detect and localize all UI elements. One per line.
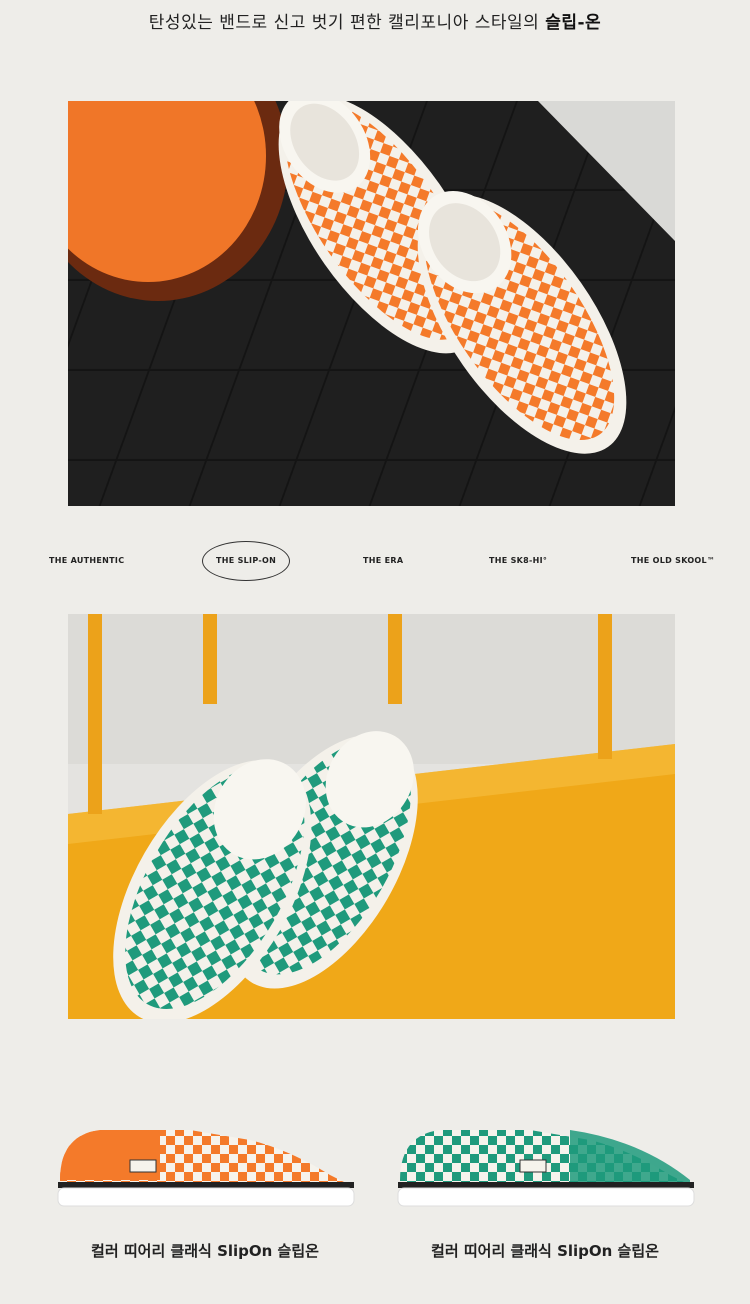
nav-item-authentic[interactable]: THE AUTHENTIC (49, 536, 124, 586)
product-name[interactable]: 컬러 띠어리 클래식 SlipOn 슬립온 (380, 1240, 710, 1261)
nav-item-slip-on[interactable]: THE SLIP-ON (201, 536, 291, 586)
teal-slipon-photo-illustration (68, 614, 675, 1019)
tagline: 탄성있는 밴드로 신고 벗기 편한 캘리포니아 스타일의 슬립-온 (0, 8, 750, 33)
model-nav: THE AUTHENTIC THE SLIP-ON THE ERA THE SK… (0, 536, 750, 586)
tagline-bold: 슬립-온 (545, 13, 602, 33)
orange-slipon-product-image (57, 1130, 355, 1207)
nav-item-old-skool[interactable]: THE OLD SKOOL™ (631, 536, 715, 586)
product-card-orange[interactable]: 컬러 띠어리 클래식 SlipOn 슬립온 (40, 1100, 370, 1261)
teal-slipon-photo (68, 614, 675, 1019)
orange-slipon-photo-illustration (68, 101, 675, 506)
nav-item-sk8-hi[interactable]: THE SK8-HI° (489, 536, 547, 586)
orange-slipon-photo (68, 101, 675, 506)
product-card-teal[interactable]: 컬러 띠어리 클래식 SlipOn 슬립온 (380, 1100, 710, 1261)
tagline-text: 탄성있는 밴드로 신고 벗기 편한 캘리포니아 스타일의 (148, 13, 546, 33)
nav-item-era[interactable]: THE ERA (363, 536, 403, 586)
teal-slipon-product-image (397, 1130, 695, 1207)
product-name[interactable]: 컬러 띠어리 클래식 SlipOn 슬립온 (40, 1240, 370, 1261)
